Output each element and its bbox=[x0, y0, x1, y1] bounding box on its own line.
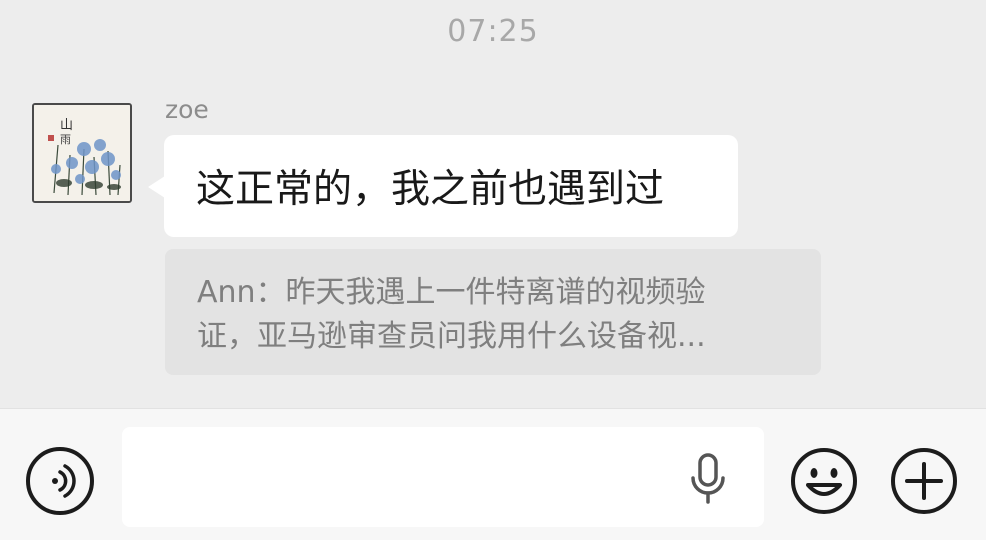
bubble-tail bbox=[148, 176, 165, 198]
emoji-icon bbox=[791, 448, 857, 514]
chat-input-bar bbox=[0, 408, 986, 540]
voice-toggle-button[interactable] bbox=[26, 447, 94, 515]
quoted-message[interactable]: Ann：昨天我遇上一件特离谱的视频验 证，亚马逊审查员问我用什么设备视... bbox=[165, 249, 821, 375]
ink-painting-avatar-icon: 山 雨 bbox=[34, 105, 130, 201]
voice-input-icon bbox=[52, 464, 76, 498]
sender-name: zoe bbox=[165, 95, 209, 124]
emoji-button[interactable] bbox=[790, 447, 858, 515]
message-input[interactable] bbox=[122, 427, 764, 527]
message-text: 这正常的，我之前也遇到过 bbox=[196, 167, 665, 212]
more-options-button[interactable] bbox=[890, 447, 958, 515]
svg-text:山: 山 bbox=[60, 118, 73, 133]
microphone-icon[interactable] bbox=[688, 452, 728, 506]
quoted-text-line-1: Ann：昨天我遇上一件特离谱的视频验 bbox=[197, 275, 706, 310]
sender-avatar[interactable]: 山 雨 bbox=[32, 103, 132, 203]
svg-text:雨: 雨 bbox=[60, 133, 71, 146]
quoted-text-line-2: 证，亚马逊审查员问我用什么设备视... bbox=[197, 319, 706, 354]
plus-icon bbox=[891, 448, 957, 514]
chat-message-area: 07:25 山 雨 zoe 这正常的，我之前也遇到过 Ann：昨天我遇上一件特离… bbox=[0, 0, 986, 408]
message-timestamp: 07:25 bbox=[447, 14, 539, 49]
message-bubble[interactable]: 这正常的，我之前也遇到过 bbox=[164, 135, 738, 237]
